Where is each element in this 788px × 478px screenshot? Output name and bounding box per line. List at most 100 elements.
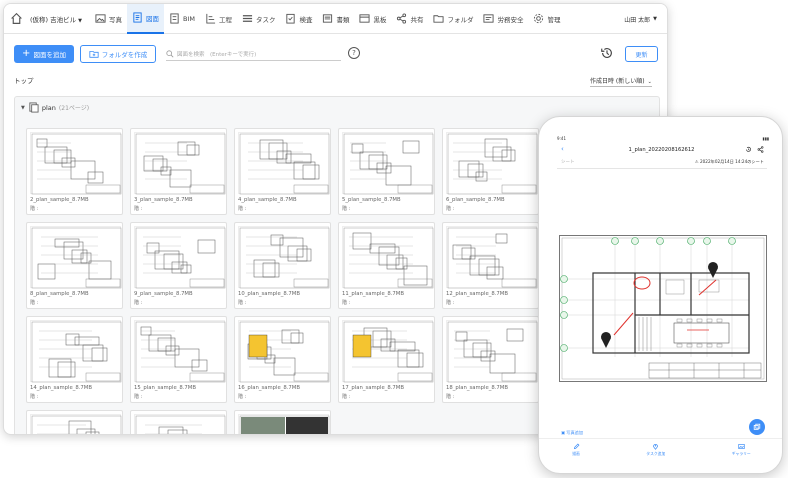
sort-select[interactable]: 作成日時 (新しい順) ⌄: [590, 76, 652, 87]
share-icon[interactable]: [757, 146, 764, 153]
tab-gallery[interactable]: ギャラリー: [732, 439, 751, 460]
drawing-card[interactable]: 2_plan_sample_8.7MB 階 :: [26, 128, 123, 215]
drawing-card-name: 4_plan_sample_8.7MB: [238, 197, 297, 203]
drawing-card-name: 3_plan_sample_8.7MB: [134, 197, 193, 203]
drawing-card[interactable]: 15_plan_sample_8.7MB 階 :: [130, 316, 227, 403]
drawing-card[interactable]: 10_plan_sample_8.7MB 階 :: [234, 222, 331, 309]
tab-draw[interactable]: 描画: [572, 439, 580, 460]
drawing-thumbnail: [134, 226, 226, 289]
nav-share-label: 共有: [410, 15, 424, 24]
inspection-icon: [286, 13, 296, 24]
search-input[interactable]: 図面を検索 (Enterキーで実行): [166, 47, 341, 61]
nav-drawing[interactable]: 図面: [127, 4, 164, 34]
help-button[interactable]: ?: [348, 47, 360, 59]
phone-time: 9:41: [557, 136, 566, 141]
plus-icon: +: [22, 48, 31, 59]
layers-icon: [753, 423, 761, 430]
drawing-card[interactable]: 4_plan_sample_8.7MB 階 :: [234, 128, 331, 215]
nav-schedule[interactable]: 工程: [200, 4, 237, 34]
chevron-down-icon: ▼: [78, 17, 82, 24]
drawing-card[interactable]: 16_plan_sample_8.7MB 階 :: [234, 316, 331, 403]
add-drawing-label: 図面を追加: [33, 51, 66, 59]
nav-admin[interactable]: 管理: [528, 4, 565, 34]
safety-icon: [483, 14, 495, 23]
pin-icon: [653, 443, 659, 450]
drawing-card-floor: 階 :: [134, 300, 143, 306]
folder-name: plan: [41, 103, 56, 112]
chevron-down-icon: ⌄: [647, 79, 652, 85]
phone-tab-bar: 描画 タスク追加 ギャラリー: [539, 438, 782, 460]
nav-inspection-label: 検査: [299, 15, 313, 24]
drawing-card[interactable]: 5_plan_sample_8.7MB 階 :: [338, 128, 435, 215]
drawing-thumbnail: [30, 226, 122, 289]
drawing-card-name: 14_plan_sample_8.7MB: [30, 385, 93, 391]
drawing-card[interactable]: 6_plan_sample_8.7MB 階 :: [442, 128, 539, 215]
sort-label: 作成日時 (新しい順): [590, 78, 645, 85]
share-icon: [397, 13, 407, 24]
layers-fab-button[interactable]: [749, 419, 765, 435]
folder-header[interactable]: ▼ plan (21ページ): [21, 102, 89, 113]
project-selector[interactable]: (仮称) 吉池ビル ▼: [30, 14, 82, 24]
user-name: 山田 太郎: [624, 16, 651, 24]
history-icon[interactable]: [745, 146, 752, 153]
drawing-card[interactable]: [234, 410, 331, 434]
drawing-card-floor: 階 :: [446, 300, 455, 306]
drawing-card[interactable]: [130, 410, 227, 434]
refresh-button[interactable]: 更新: [625, 46, 658, 62]
nav-safety[interactable]: 労務安全: [478, 4, 528, 34]
drawing-card[interactable]: 3_plan_sample_8.7MB 階 :: [130, 128, 227, 215]
nav-share[interactable]: 共有: [391, 4, 428, 34]
history-icon[interactable]: [600, 46, 614, 60]
phone-sheet-date[interactable]: ⚠ 2022年02月14日 14:24のシート: [695, 159, 764, 165]
drawing-card[interactable]: 11_plan_sample_8.7MB 階 :: [338, 222, 435, 309]
home-icon[interactable]: [10, 12, 24, 26]
drawing-icon: [133, 12, 142, 23]
drawing-card-floor: 階 :: [342, 394, 351, 400]
nav-task[interactable]: タスク: [237, 4, 281, 34]
tab-add-task[interactable]: タスク追加: [646, 439, 665, 460]
breadcrumb[interactable]: トップ: [14, 75, 34, 85]
drawing-card-floor: 階 :: [30, 300, 39, 306]
user-menu[interactable]: 山田 太郎 ▼: [624, 4, 657, 34]
floor-plan-drawing[interactable]: [559, 235, 767, 382]
collapse-triangle-icon: ▼: [21, 104, 25, 111]
nav-photo[interactable]: 写真: [90, 4, 127, 34]
drawing-card[interactable]: 14_plan_sample_8.7MB 階 :: [26, 316, 123, 403]
phone-sheet-label[interactable]: シート: [561, 159, 575, 165]
drawing-card-floor: 階 :: [30, 394, 39, 400]
divider: [557, 168, 767, 169]
drawing-thumbnail: [446, 132, 538, 195]
drawing-thumbnail: [446, 320, 538, 383]
nav-bim-label: BIM: [183, 14, 195, 23]
drawing-card[interactable]: [26, 410, 123, 434]
nav-inspection[interactable]: 検査: [280, 4, 317, 34]
nav-document[interactable]: 書類: [317, 4, 354, 34]
drawing-thumbnail: [30, 320, 122, 383]
drawing-card-floor: 階 :: [238, 206, 247, 212]
nav-blackboard[interactable]: 黒板: [354, 4, 391, 34]
drawing-card-floor: 階 :: [342, 300, 351, 306]
drawing-card-floor: 階 :: [134, 394, 143, 400]
drawing-card-name: 15_plan_sample_8.7MB: [134, 385, 197, 391]
tab-draw-label: 描画: [572, 450, 580, 456]
drawing-card[interactable]: 9_plan_sample_8.7MB 階 :: [130, 222, 227, 309]
drawing-card[interactable]: 17_plan_sample_8.7MB 階 :: [338, 316, 435, 403]
drawing-card[interactable]: 8_plan_sample_8.7MB 階 :: [26, 222, 123, 309]
create-folder-button[interactable]: フォルダを作成: [80, 45, 156, 63]
search-icon: [166, 49, 174, 57]
drawing-thumbnail: [238, 132, 330, 195]
add-photo-link[interactable]: ▣ 写真追加: [561, 430, 583, 436]
blackboard-icon: [359, 14, 371, 23]
search-placeholder: 図面を検索 (Enterキーで実行): [177, 51, 257, 58]
drawing-card-name: 6_plan_sample_8.7MB: [446, 197, 505, 203]
nav-bim[interactable]: BIM: [164, 4, 200, 34]
drawing-thumbnail: [342, 132, 434, 195]
drawing-card[interactable]: 12_plan_sample_8.7MB 階 :: [442, 222, 539, 309]
drawing-card[interactable]: 18_plan_sample_8.7MB 階 :: [442, 316, 539, 403]
gallery-icon: [738, 443, 745, 449]
add-drawing-button[interactable]: + 図面を追加: [14, 45, 74, 63]
nav-folder[interactable]: フォルダ: [428, 4, 478, 34]
drawing-card-name: 2_plan_sample_8.7MB: [30, 197, 89, 203]
nav-admin-label: 管理: [547, 15, 561, 24]
drawing-thumbnail: [134, 132, 226, 195]
